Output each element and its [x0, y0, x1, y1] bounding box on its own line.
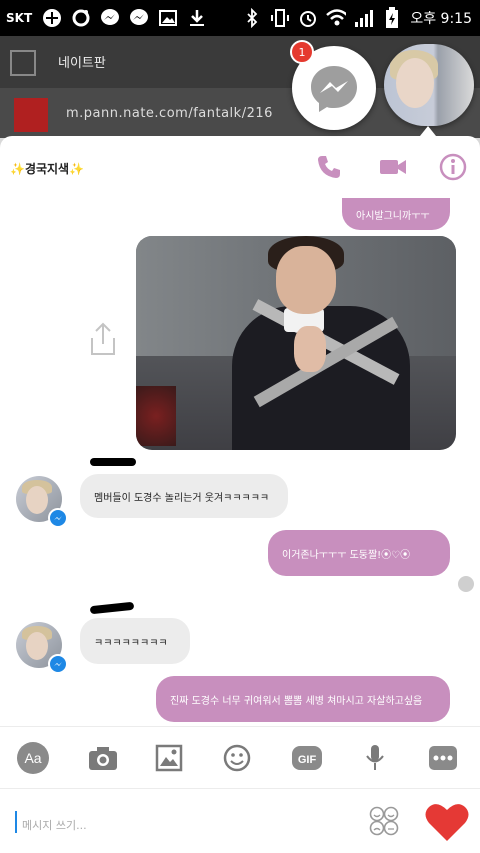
message-text: ㅋㅋㅋㅋㅋㅋㅋㅋ — [94, 637, 168, 649]
camera-icon — [89, 747, 117, 770]
messenger-logo-icon — [311, 66, 357, 112]
composer-toolbar: Aa GIF — [0, 726, 480, 789]
text-format-button[interactable]: Aa — [16, 741, 50, 775]
message-bubble-outgoing[interactable]: 진짜 도경수 너무 귀여워서 뽐뽐 세병 쳐마시고 자살하고싶음 — [156, 676, 450, 722]
redaction-scribble — [90, 458, 136, 466]
status-bar: SKT 오후 9:15 — [0, 0, 480, 36]
redaction-scribble — [89, 601, 135, 615]
underlay-url: m.pann.nate.com/fantalk/216 — [66, 106, 273, 121]
gallery-icon — [155, 744, 183, 772]
gallery-button[interactable] — [152, 741, 186, 775]
more-icon — [429, 746, 457, 770]
battery-icon — [382, 7, 402, 28]
video-call-icon[interactable] — [378, 152, 408, 182]
messenger-notification-icon — [100, 8, 120, 28]
message-text: 멤버들이 도경수 놀리는거 웃겨ㅋㅋㅋㅋㅋ — [94, 492, 270, 504]
message-bubble-incoming[interactable]: 멤버들이 도경수 놀리는거 웃겨ㅋㅋㅋㅋㅋ — [80, 474, 288, 518]
chat-header: ✨경국지색✨ — [0, 136, 480, 199]
messenger-notification-icon-2 — [129, 8, 149, 28]
carrier-label: SKT — [6, 11, 33, 25]
message-input[interactable]: 메시지 쓰기... — [22, 817, 87, 833]
message-list[interactable]: 아시발그니까ㅜㅜ 멤버들이 도경수 놀리는거 웃겨ㅋㅋㅋㅋㅋ 이거존나ㅜㅜㅜ 도… — [0, 198, 480, 726]
message-text: 진짜 도경수 너무 귀여워서 뽐뽐 세병 쳐마시고 자살하고싶음 — [170, 695, 423, 707]
info-icon[interactable] — [438, 152, 468, 182]
message-bubble-outgoing[interactable]: 이거존나ㅜㅜㅜ 도둥짤!⦿♡⦿ — [268, 530, 450, 576]
add-notification-icon — [42, 8, 62, 28]
gif-label: GIF — [298, 754, 317, 766]
message-bubble-outgoing[interactable]: 아시발그니까ㅜㅜ — [342, 198, 450, 230]
gallery-notification-icon — [158, 8, 178, 28]
text-cursor — [15, 811, 17, 833]
bluetooth-icon — [242, 8, 262, 28]
site-favicon — [14, 98, 48, 132]
message-composer: 메시지 쓰기... — [0, 788, 480, 853]
aa-label: Aa — [24, 750, 41, 766]
circle-notification-icon — [71, 8, 91, 28]
message-text: 아시발그니까ㅜㅜ — [356, 210, 430, 222]
microphone-icon — [366, 745, 384, 770]
contact-chat-head[interactable] — [384, 44, 474, 126]
wifi-icon — [326, 8, 347, 28]
seen-indicator-icon — [458, 576, 474, 592]
microphone-button[interactable] — [358, 741, 392, 775]
download-icon — [187, 8, 207, 28]
clock: 오후 9:15 — [410, 11, 472, 27]
chat-head-pointer — [420, 126, 436, 136]
unread-count-badge: 1 — [290, 40, 314, 64]
emoji-button[interactable] — [220, 741, 254, 775]
conversation-title[interactable]: ✨경국지색✨ — [10, 160, 84, 177]
message-text: 이거존나ㅜㅜㅜ 도둥짤!⦿♡⦿ — [282, 549, 411, 561]
vibrate-icon — [270, 8, 290, 28]
signal-icon — [354, 8, 374, 28]
underlay-page-title: 네이트판 — [58, 56, 106, 71]
heart-like-icon[interactable] — [424, 801, 470, 843]
expand-icon — [10, 50, 36, 76]
alarm-icon — [298, 8, 318, 28]
sticker-icon[interactable] — [368, 805, 400, 837]
messenger-badge-icon — [48, 508, 68, 528]
gif-button[interactable]: GIF — [290, 741, 324, 775]
camera-button[interactable] — [86, 741, 120, 775]
messenger-chat-panel: ✨경국지색✨ 아시발그니까ㅜㅜ 멤버들이 도경수 놀리는거 웃겨ㅋㅋㅋㅋㅋ 이거… — [0, 136, 480, 853]
messenger-badge-icon — [48, 654, 68, 674]
message-bubble-incoming[interactable]: ㅋㅋㅋㅋㅋㅋㅋㅋ — [80, 618, 190, 664]
share-icon[interactable] — [88, 322, 118, 356]
shared-photo[interactable] — [136, 236, 456, 450]
emoji-icon — [223, 744, 251, 772]
phone-call-icon[interactable] — [314, 152, 344, 182]
more-options-button[interactable] — [426, 741, 460, 775]
